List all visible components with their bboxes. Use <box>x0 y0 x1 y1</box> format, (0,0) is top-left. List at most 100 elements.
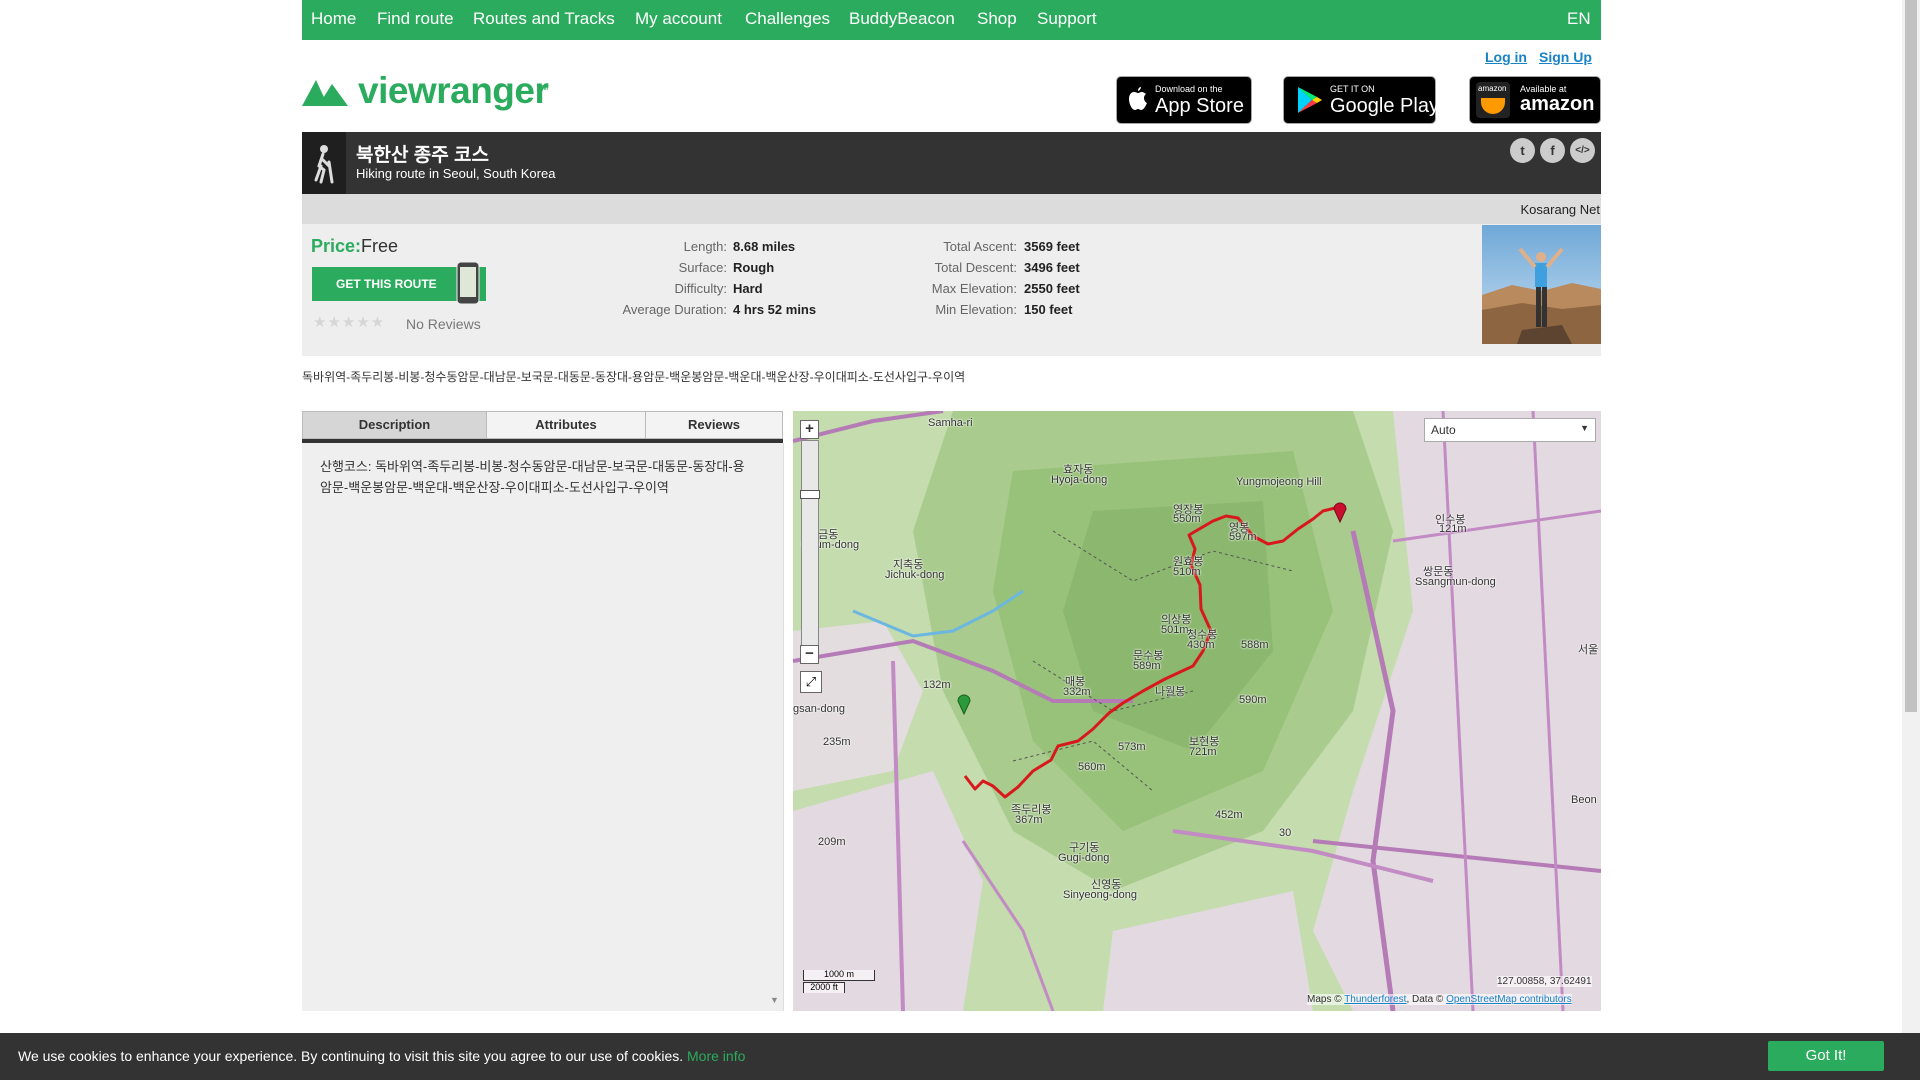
google-play-big-text: Google Play <box>1330 95 1439 117</box>
route-start-marker-icon[interactable] <box>956 691 972 715</box>
nav-buddybeacon[interactable]: BuddyBeacon <box>849 9 955 29</box>
nav-find-route[interactable]: Find route <box>377 9 454 29</box>
author-photo[interactable] <box>1482 225 1601 344</box>
scale-imperial: 2000 ft <box>803 982 845 993</box>
price-value: Free <box>361 236 399 256</box>
description-text: 산행코스: 독바위역-족두리봉-비봉-청수동암문-대남문-보국문-대동문-동장대… <box>320 459 745 495</box>
zoom-slider[interactable] <box>801 440 819 657</box>
stat-label-duration: Average Duration: <box>622 302 727 317</box>
route-end-marker-icon[interactable] <box>1332 499 1348 523</box>
route-title: 북한산 종주 코스 <box>356 145 489 166</box>
zoom-out-button[interactable]: − <box>800 645 819 664</box>
map-place-label: 132m <box>923 679 951 691</box>
language-selector[interactable]: EN <box>1567 9 1591 29</box>
app-store-big-text: App Store <box>1155 95 1244 117</box>
cookie-accept-button[interactable]: Got It! <box>1768 1041 1884 1071</box>
google-play-icon <box>1298 87 1322 113</box>
map-place-label: 452m <box>1215 809 1243 821</box>
stat-label-surface: Surface: <box>678 260 727 275</box>
tab-attributes[interactable]: Attributes <box>486 411 646 439</box>
map-layer-value: Auto <box>1431 423 1456 437</box>
map-place-label: 721m <box>1189 746 1217 758</box>
embed-icon[interactable]: </> <box>1570 138 1595 163</box>
fullscreen-icon[interactable]: ⤢ <box>800 671 822 693</box>
scrollbar-thumb[interactable] <box>1905 0 1917 712</box>
nav-shop[interactable]: Shop <box>977 9 1017 29</box>
map-place-label: 30 <box>1279 827 1292 839</box>
map-place-label: 209m <box>818 836 846 848</box>
route-subtitle: Hiking route in Seoul, South Korea <box>356 166 556 181</box>
attribution-mid: , Data © <box>1406 994 1447 1005</box>
amazon-app-icon-text: amazon <box>1478 84 1507 93</box>
description-panel[interactable] <box>302 443 784 1011</box>
login-link[interactable]: Log in <box>1485 49 1527 65</box>
google-play-small-text: GET IT ON <box>1330 84 1375 94</box>
price-label: Price: <box>311 236 362 256</box>
rating-stars: ★★★★★ <box>313 314 386 331</box>
nav-home[interactable]: Home <box>311 9 356 29</box>
google-play-badge[interactable]: GET IT ON Google Play <box>1283 76 1439 124</box>
stat-value-duration: 4 hrs 52 mins <box>733 302 817 317</box>
get-route-label: GET THIS ROUTE <box>336 277 437 291</box>
phone-icon <box>456 261 480 305</box>
stat-label-length: Length: <box>683 239 727 254</box>
map-place-label: Gugi-dong <box>1058 852 1110 864</box>
nav-challenges[interactable]: Challenges <box>745 9 830 29</box>
thunderforest-link[interactable]: Thunderforest <box>1344 994 1406 1005</box>
scale-metric: 1000 m <box>803 970 875 981</box>
facebook-icon[interactable]: f <box>1540 138 1565 163</box>
route-map[interactable]: Samha-ri 효자동 Hyoja-dong Yungmojeong Hill… <box>793 411 1601 1011</box>
cookie-text: We use cookies to enhance your experienc… <box>18 1048 745 1064</box>
amazon-big-text: amazon <box>1520 93 1595 115</box>
nav-my-account[interactable]: My account <box>635 9 722 29</box>
stat-value-difficulty: Hard <box>733 281 763 296</box>
amazon-app-icon: amazon <box>1476 82 1510 118</box>
map-place-label: 590m <box>1239 694 1267 706</box>
route-title-banner <box>302 132 1601 194</box>
map-place-label: 나월봉 <box>1155 686 1186 698</box>
stat-label-difficulty: Difficulty: <box>674 281 728 296</box>
map-place-label: Samha-ri <box>928 417 973 429</box>
author-bar <box>302 194 1601 224</box>
stat-value-max-elevation: 2550 feet <box>1024 281 1080 296</box>
map-place-label: 597m <box>1229 531 1257 543</box>
map-place-label: gsan-dong <box>793 703 845 715</box>
zoom-slider-handle[interactable] <box>800 490 820 499</box>
nav-support[interactable]: Support <box>1037 9 1097 29</box>
map-place-label: 550m <box>1173 513 1201 525</box>
cookie-more-info-link[interactable]: More info <box>687 1048 745 1064</box>
stat-value-surface: Rough <box>733 260 775 275</box>
stat-value-ascent: 3569 feet <box>1024 239 1080 254</box>
route-type-icon-box <box>302 132 346 194</box>
map-scale: 1000 m 2000 ft <box>803 970 875 996</box>
map-place-label: 501m <box>1161 624 1189 636</box>
map-place-label: 121m <box>1439 523 1467 535</box>
nav-routes-and-tracks[interactable]: Routes and Tracks <box>473 9 615 29</box>
route-summary-line: 독바위역-족두리봉-비봉-청수동암문-대남문-보국문-대동문-동장대-용암문-백… <box>302 370 966 384</box>
map-place-label: 430m <box>1187 639 1215 651</box>
twitter-icon[interactable]: t <box>1510 138 1535 163</box>
osm-link[interactable]: OpenStreetMap contributors <box>1446 994 1572 1005</box>
stat-value-descent: 3496 feet <box>1024 260 1080 275</box>
signup-link[interactable]: Sign Up <box>1539 49 1592 65</box>
top-nav: Home Find route Routes and Tracks My acc… <box>302 0 1601 40</box>
tab-description[interactable]: Description <box>302 411 487 439</box>
map-attribution: Maps © Thunderforest, Data © OpenStreetM… <box>1307 994 1572 1005</box>
hiker-icon <box>314 145 334 184</box>
map-place-label: Yungmojeong Hill <box>1236 476 1322 488</box>
map-layer-select[interactable]: Auto ▼ <box>1424 418 1596 442</box>
app-store-badge[interactable]: Download on the App Store <box>1116 76 1252 124</box>
mountain-logo-icon <box>302 80 348 106</box>
map-place-label: 510m <box>1173 566 1201 578</box>
map-place-label: 367m <box>1015 814 1043 826</box>
stat-label-descent: Total Descent: <box>934 260 1017 275</box>
get-route-button[interactable]: GET THIS ROUTE <box>312 261 486 305</box>
amazon-badge[interactable]: amazon Available at amazon <box>1469 76 1601 124</box>
no-reviews-text[interactable]: No Reviews <box>406 316 481 332</box>
tab-reviews[interactable]: Reviews <box>645 411 783 439</box>
description-scroll-down-icon[interactable]: ▼ <box>770 995 779 1005</box>
map-place-label: 332m <box>1063 686 1091 698</box>
author-name[interactable]: Kosarang Net <box>1521 202 1601 217</box>
map-place-label: 560m <box>1078 761 1106 773</box>
zoom-in-button[interactable]: + <box>800 420 819 439</box>
